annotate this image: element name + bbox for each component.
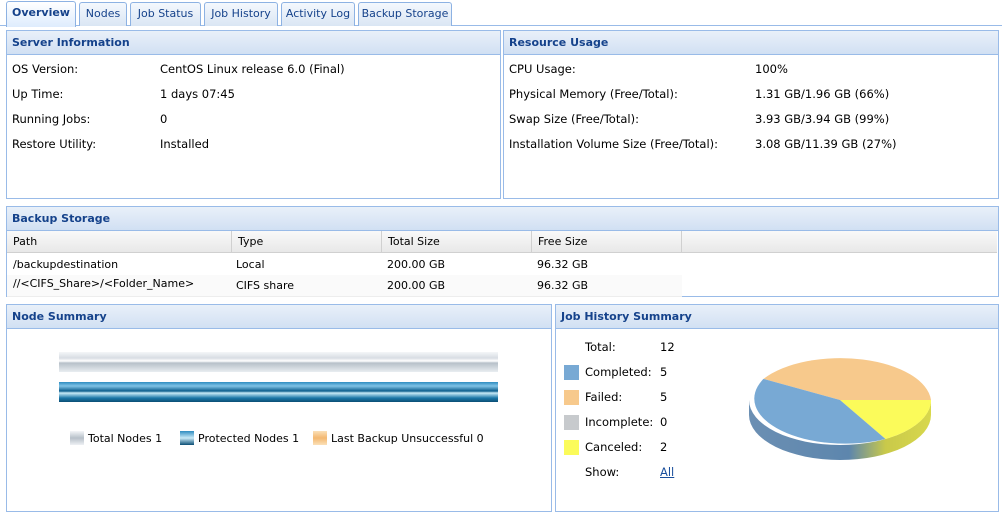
cpu-usage-label: CPU Usage:	[509, 62, 576, 76]
tab-bar: Overview Nodes Job Status Job History Ac…	[0, 0, 1002, 27]
up-time-label: Up Time:	[12, 87, 64, 101]
legend-last-backup-unsuccessful: Last Backup Unsuccessful 0	[313, 431, 484, 446]
type-cell: Local	[236, 258, 265, 271]
running-jobs-value: 0	[160, 112, 168, 126]
swap-size-label: Swap Size (Free/Total):	[509, 112, 639, 126]
node-summary-panel: Node Summary Total Nodes 1 Protected Nod…	[6, 304, 552, 512]
column-header-path[interactable]: Path	[7, 231, 232, 253]
resource-usage-panel: Resource Usage CPU Usage: 100% Physical …	[503, 30, 999, 199]
completed-value: 5	[660, 365, 668, 379]
legend-last-backup-unsuccessful-label: Last Backup Unsuccessful 0	[331, 432, 484, 445]
total-nodes-bar	[59, 352, 498, 372]
legend-protected-nodes: Protected Nodes 1	[180, 431, 299, 446]
backup-storage-panel: Backup Storage Path Type Total Size Free…	[6, 206, 999, 297]
up-time-value: 1 days 07:45	[160, 87, 235, 101]
canceled-label: Canceled:	[585, 440, 643, 454]
protected-nodes-swatch	[180, 431, 194, 445]
running-jobs-label: Running Jobs:	[12, 112, 91, 126]
backup-storage-title: Backup Storage	[7, 207, 998, 231]
legend-total-nodes-label: Total Nodes 1	[88, 432, 163, 445]
legend-total-nodes: Total Nodes 1	[70, 431, 162, 446]
failed-swatch	[564, 390, 579, 405]
grid-header: Path Type Total Size Free Size	[7, 231, 997, 253]
column-header-total-size[interactable]: Total Size	[382, 231, 532, 253]
tab-overview[interactable]: Overview	[6, 1, 76, 27]
restore-utility-label: Restore Utility:	[12, 137, 97, 151]
path-cell: //<CIFS_Share>/<Folder_Name>	[13, 277, 195, 290]
incomplete-value: 0	[660, 415, 668, 429]
total-nodes-swatch	[70, 431, 84, 445]
tab-backup-storage[interactable]: Backup Storage	[358, 2, 452, 26]
tab-job-status[interactable]: Job Status	[130, 2, 201, 26]
last-backup-unsuccessful-swatch	[313, 431, 327, 445]
legend-protected-nodes-label: Protected Nodes 1	[198, 432, 300, 445]
total-size-cell: 200.00 GB	[387, 258, 446, 271]
table-row[interactable]: //<CIFS_Share>/<Folder_Name> CIFS share …	[7, 275, 682, 297]
show-label: Show:	[585, 465, 620, 479]
free-size-cell: 96.32 GB	[537, 279, 589, 292]
server-information-panel: Server Information OS Version: CentOS Li…	[6, 30, 501, 199]
swap-size-value: 3.93 GB/3.94 GB (99%)	[755, 112, 890, 126]
free-size-cell: 96.32 GB	[537, 258, 589, 271]
tab-activity-log[interactable]: Activity Log	[281, 2, 355, 26]
total-label: Total:	[585, 340, 616, 354]
job-history-pie-chart	[749, 358, 931, 460]
resource-usage-title: Resource Usage	[504, 31, 998, 55]
server-information-title: Server Information	[7, 31, 500, 55]
failed-value: 5	[660, 390, 668, 404]
cpu-usage-value: 100%	[755, 62, 788, 76]
physical-memory-value: 1.31 GB/1.96 GB (66%)	[755, 87, 890, 101]
tab-job-history[interactable]: Job History	[204, 2, 278, 26]
installation-volume-label: Installation Volume Size (Free/Total):	[509, 137, 719, 151]
os-version-value: CentOS Linux release 6.0 (Final)	[160, 62, 345, 76]
failed-label: Failed:	[585, 390, 623, 404]
total-size-cell: 200.00 GB	[387, 279, 446, 292]
canceled-swatch	[564, 440, 579, 455]
physical-memory-label: Physical Memory (Free/Total):	[509, 87, 678, 101]
column-header-free-size[interactable]: Free Size	[532, 231, 682, 253]
job-history-summary-title: Job History Summary	[556, 305, 998, 329]
total-value: 12	[660, 340, 675, 354]
completed-swatch	[564, 365, 579, 380]
show-all-link[interactable]: All	[660, 465, 674, 479]
installation-volume-value: 3.08 GB/11.39 GB (27%)	[755, 137, 897, 151]
incomplete-swatch	[564, 415, 579, 430]
completed-label: Completed:	[585, 365, 652, 379]
protected-nodes-bar	[59, 382, 498, 402]
incomplete-label: Incomplete:	[585, 415, 654, 429]
os-version-label: OS Version:	[12, 62, 79, 76]
type-cell: CIFS share	[236, 279, 295, 292]
restore-utility-value: Installed	[160, 137, 209, 151]
canceled-value: 2	[660, 440, 668, 454]
job-history-summary-panel: Job History Summary Total: 12 Completed:…	[555, 304, 999, 512]
node-summary-title: Node Summary	[7, 305, 551, 329]
tab-nodes[interactable]: Nodes	[79, 2, 127, 26]
column-header-type[interactable]: Type	[232, 231, 382, 253]
